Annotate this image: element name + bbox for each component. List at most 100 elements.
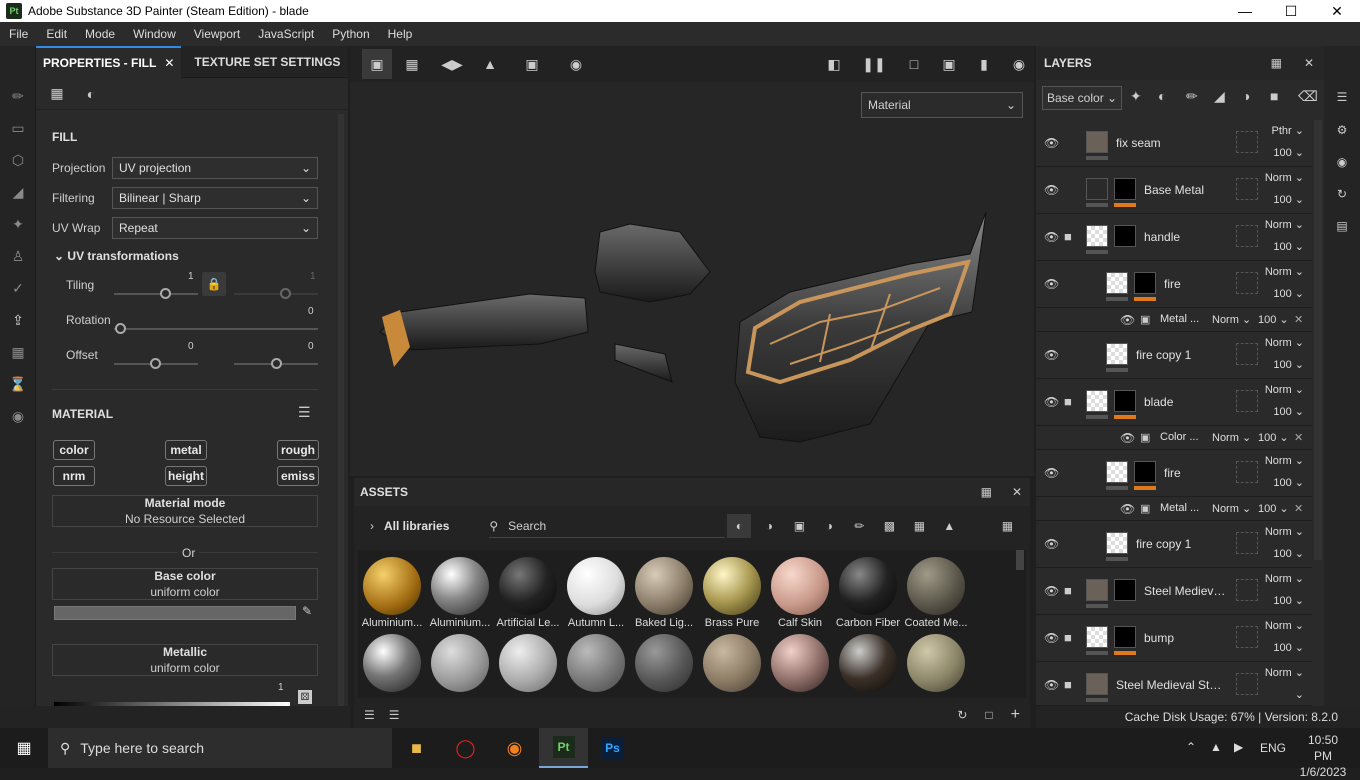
masks-filter-icon[interactable]: ▣ xyxy=(787,519,811,533)
layer-row[interactable]: 👁 ■ handle Norm ⌄ 100 ⌄ xyxy=(1036,214,1312,261)
visibility-eye-icon[interactable]: 👁 xyxy=(1120,313,1135,327)
alphas-filter-icon[interactable]: ▦ xyxy=(907,519,931,533)
blend-mode-dropdown[interactable]: Norm ⌄ xyxy=(1265,336,1304,349)
grid-view-icon[interactable]: ▦ xyxy=(995,519,1019,533)
viewport[interactable]: ▣ ▦ ◀▶ ▲ ▣ ◉ ◧ ❚❚ □ ▣ ▮ ◉ Material ⌄ xyxy=(350,46,1034,476)
screenshot-icon[interactable]: ◉ xyxy=(1004,49,1034,79)
visibility-eye-icon[interactable]: 👁 xyxy=(1044,631,1059,645)
layer-name[interactable]: Color ... xyxy=(1160,431,1199,443)
file-explorer-icon[interactable]: ■ xyxy=(392,728,441,768)
blend-mode-dropdown[interactable]: Norm ⌄ xyxy=(1212,313,1251,326)
camera-video-icon[interactable]: ▮ xyxy=(964,49,1004,79)
layer-row[interactable]: 👁 fire Norm ⌄ 100 ⌄ xyxy=(1036,261,1312,308)
asset-sphere[interactable] xyxy=(839,634,897,692)
folder-icon[interactable]: ■ xyxy=(1064,677,1072,692)
asset-sphere[interactable] xyxy=(363,557,421,615)
material-sphere-icon[interactable]: ◐ xyxy=(78,81,104,107)
refresh-icon[interactable]: ↻ xyxy=(957,708,967,722)
selection-icon[interactable]: ▣ xyxy=(362,49,392,79)
texture-set-icon[interactable]: ⚙ xyxy=(1324,114,1360,146)
materials-filter-icon[interactable]: ◐ xyxy=(727,514,752,538)
layer-row[interactable]: 👁 fire Norm ⌄ 100 ⌄ xyxy=(1036,450,1312,497)
blend-mode-dropdown[interactable]: Norm ⌄ xyxy=(1265,383,1304,396)
assets-scrollbar[interactable] xyxy=(1016,550,1024,570)
folder-icon[interactable]: ■ xyxy=(1064,229,1072,244)
layer-options-slot[interactable] xyxy=(1236,579,1258,601)
opacity-dropdown[interactable]: 100 ⌄ xyxy=(1273,193,1304,206)
log-icon[interactable]: ▤ xyxy=(1324,210,1360,242)
layer-mask-thumbnail[interactable] xyxy=(1114,178,1136,200)
history-icon[interactable]: ⌛ xyxy=(0,368,36,400)
filter-icon[interactable]: ☰ xyxy=(389,708,400,722)
channel-chip-rough[interactable]: rough xyxy=(277,440,319,460)
substance-painter-taskbar-icon[interactable]: Pt xyxy=(539,728,588,768)
layer-row[interactable]: 👁 Base Metal Norm ⌄ 100 ⌄ xyxy=(1036,167,1312,214)
layer-mask-thumbnail[interactable] xyxy=(1134,461,1156,483)
close-icon[interactable]: ✕ xyxy=(1304,56,1314,70)
blend-mode-dropdown[interactable]: Norm ⌄ xyxy=(1265,619,1304,632)
material-menu-icon[interactable]: ☰ xyxy=(298,404,311,421)
opacity-dropdown[interactable]: 100 ⌄ xyxy=(1273,641,1304,654)
layer-row[interactable]: 👁 ■ Steel Medieval Stylized Norm ⌄ ⌄ xyxy=(1036,662,1312,706)
channel-chip-height[interactable]: height xyxy=(165,466,207,486)
asset-sphere[interactable] xyxy=(703,557,761,615)
layer-name[interactable]: bump xyxy=(1144,631,1174,645)
asset-sphere[interactable] xyxy=(431,634,489,692)
folder-icon[interactable]: ■ xyxy=(1064,583,1072,598)
asset-sphere[interactable] xyxy=(635,634,693,692)
layer-thumbnail[interactable] xyxy=(1106,461,1128,483)
bake-icon[interactable]: ▦ xyxy=(0,336,36,368)
tab-properties-fill[interactable]: PROPERTIES - FILL ✕ xyxy=(36,45,182,78)
layer-name[interactable]: Metal ... xyxy=(1160,313,1199,325)
layers-scrollbar[interactable] xyxy=(1314,120,1322,560)
add-icon[interactable]: + xyxy=(1011,706,1020,724)
camera-icon[interactable]: ◉ xyxy=(0,400,36,432)
eyedropper-icon[interactable]: ✎ xyxy=(302,604,312,618)
add-fill-layer-icon[interactable]: ◢ xyxy=(1214,88,1225,105)
smudge-icon[interactable]: ✦ xyxy=(0,208,36,240)
blend-mode-dropdown[interactable]: Norm ⌄ xyxy=(1265,525,1304,538)
layer-options-slot[interactable] xyxy=(1236,131,1258,153)
assets-search-field[interactable]: ⚲ Search xyxy=(489,514,726,538)
blade-3d-model[interactable] xyxy=(350,82,1034,476)
layer-mask-thumbnail[interactable] xyxy=(1134,272,1156,294)
cube-icon[interactable]: ▣ xyxy=(934,49,964,79)
close-window-button[interactable]: ✕ xyxy=(1314,0,1360,22)
layer-options-slot[interactable] xyxy=(1236,532,1258,554)
asset-sphere[interactable] xyxy=(771,634,829,692)
tiling-slider-2[interactable] xyxy=(234,293,318,295)
chevron-up-icon[interactable]: ⌃ xyxy=(1186,740,1196,754)
close-icon[interactable]: ✕ xyxy=(1012,485,1022,499)
layer-row[interactable]: 👁 ■ bump Norm ⌄ 100 ⌄ xyxy=(1036,615,1312,662)
language-indicator[interactable]: ENG xyxy=(1260,741,1286,755)
remove-effect-icon[interactable]: ✕ xyxy=(1294,313,1303,326)
network-icon[interactable]: ▲ xyxy=(1210,740,1222,754)
visibility-eye-icon[interactable]: 👁 xyxy=(1044,136,1059,150)
opacity-dropdown[interactable]: 100 ⌄ xyxy=(1273,240,1304,253)
display-settings-icon[interactable]: ◉ xyxy=(1324,146,1360,178)
blend-mode-dropdown[interactable]: Norm ⌄ xyxy=(1265,454,1304,467)
add-mask-icon[interactable]: ◐ xyxy=(1158,88,1166,104)
blend-mode-dropdown[interactable]: Norm ⌄ xyxy=(1265,218,1304,231)
layer-thumbnail[interactable] xyxy=(1086,390,1108,412)
asset-sphere[interactable] xyxy=(363,634,421,692)
visibility-eye-icon[interactable]: 👁 xyxy=(1044,230,1059,244)
layer-options-slot[interactable] xyxy=(1236,673,1258,695)
volume-icon[interactable]: ▶ xyxy=(1234,740,1243,754)
asset-sphere[interactable] xyxy=(771,557,829,615)
visibility-eye-icon[interactable]: 👁 xyxy=(1044,348,1059,362)
asset-sphere[interactable] xyxy=(907,634,965,692)
rotation-slider[interactable] xyxy=(114,328,318,330)
layer-row[interactable]: 👁 fire copy 1 Norm ⌄ 100 ⌄ xyxy=(1036,332,1312,379)
layer-thumbnail[interactable] xyxy=(1106,532,1128,554)
blend-mode-dropdown[interactable]: Norm ⌄ xyxy=(1265,171,1304,184)
maximize-button[interactable]: ☐ xyxy=(1268,0,1314,22)
blender-icon[interactable]: ◉ xyxy=(490,728,539,768)
eraser-icon[interactable]: ▭ xyxy=(0,112,36,144)
metallic-box[interactable]: Metallic uniform color xyxy=(52,644,318,676)
layer-row[interactable]: 👁 ■ Steel Medieval ... Norm ⌄ 100 ⌄ xyxy=(1036,568,1312,615)
asset-sphere[interactable] xyxy=(499,634,557,692)
tiling-slider-2-handle[interactable] xyxy=(280,288,291,299)
focus-icon[interactable]: ▣ xyxy=(508,49,556,79)
layer-name[interactable]: blade xyxy=(1144,395,1173,409)
